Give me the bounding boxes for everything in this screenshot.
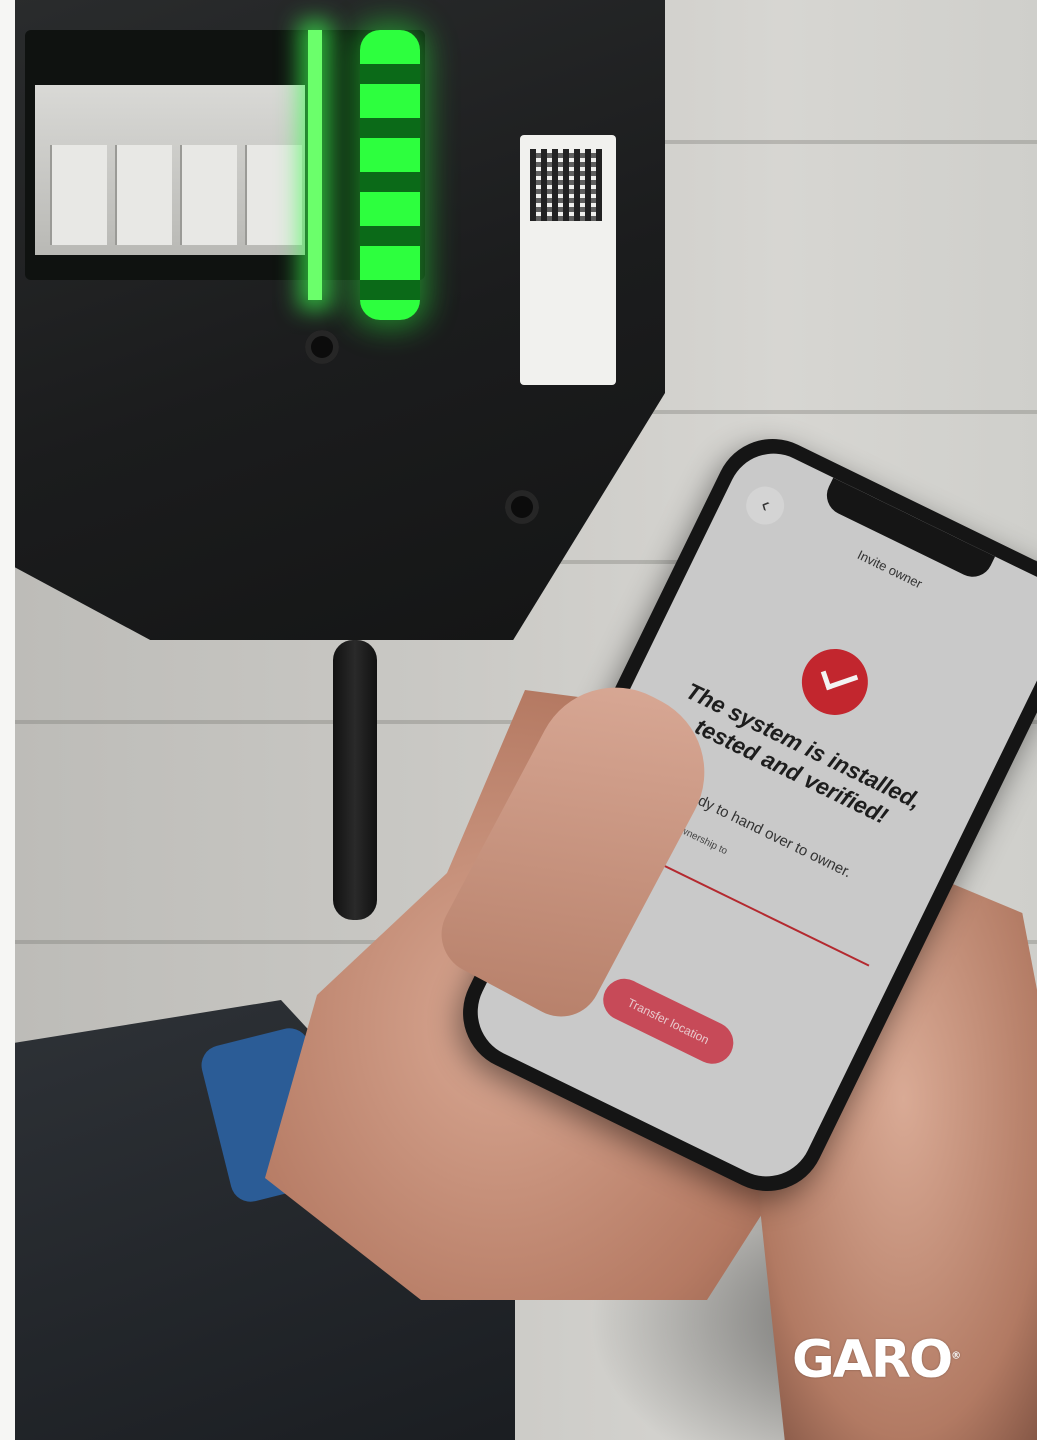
breaker xyxy=(115,145,172,245)
breaker xyxy=(50,145,107,245)
garo-logo: GARO® xyxy=(792,1330,961,1390)
breaker xyxy=(180,145,237,245)
qr-code-icon xyxy=(530,149,602,221)
charger-window xyxy=(25,30,425,320)
check-icon xyxy=(790,637,880,727)
status-led-strip xyxy=(360,30,420,320)
status-light-bar xyxy=(308,30,322,300)
charger-cable xyxy=(333,640,377,920)
qr-label xyxy=(520,135,616,385)
breaker xyxy=(245,145,302,245)
transfer-location-button[interactable]: Transfer location xyxy=(596,971,741,1071)
registered-mark: ® xyxy=(951,1350,962,1362)
circuit-breakers xyxy=(35,85,305,255)
screw-icon xyxy=(305,330,339,364)
screw-icon xyxy=(505,490,539,524)
ev-charger xyxy=(15,0,665,640)
background-photo: ‹ Invite owner The system is installed, … xyxy=(15,0,1037,1440)
checkmark-glyph xyxy=(820,661,859,691)
logo-text: GARO xyxy=(792,1330,953,1390)
phone-notch xyxy=(820,477,996,584)
